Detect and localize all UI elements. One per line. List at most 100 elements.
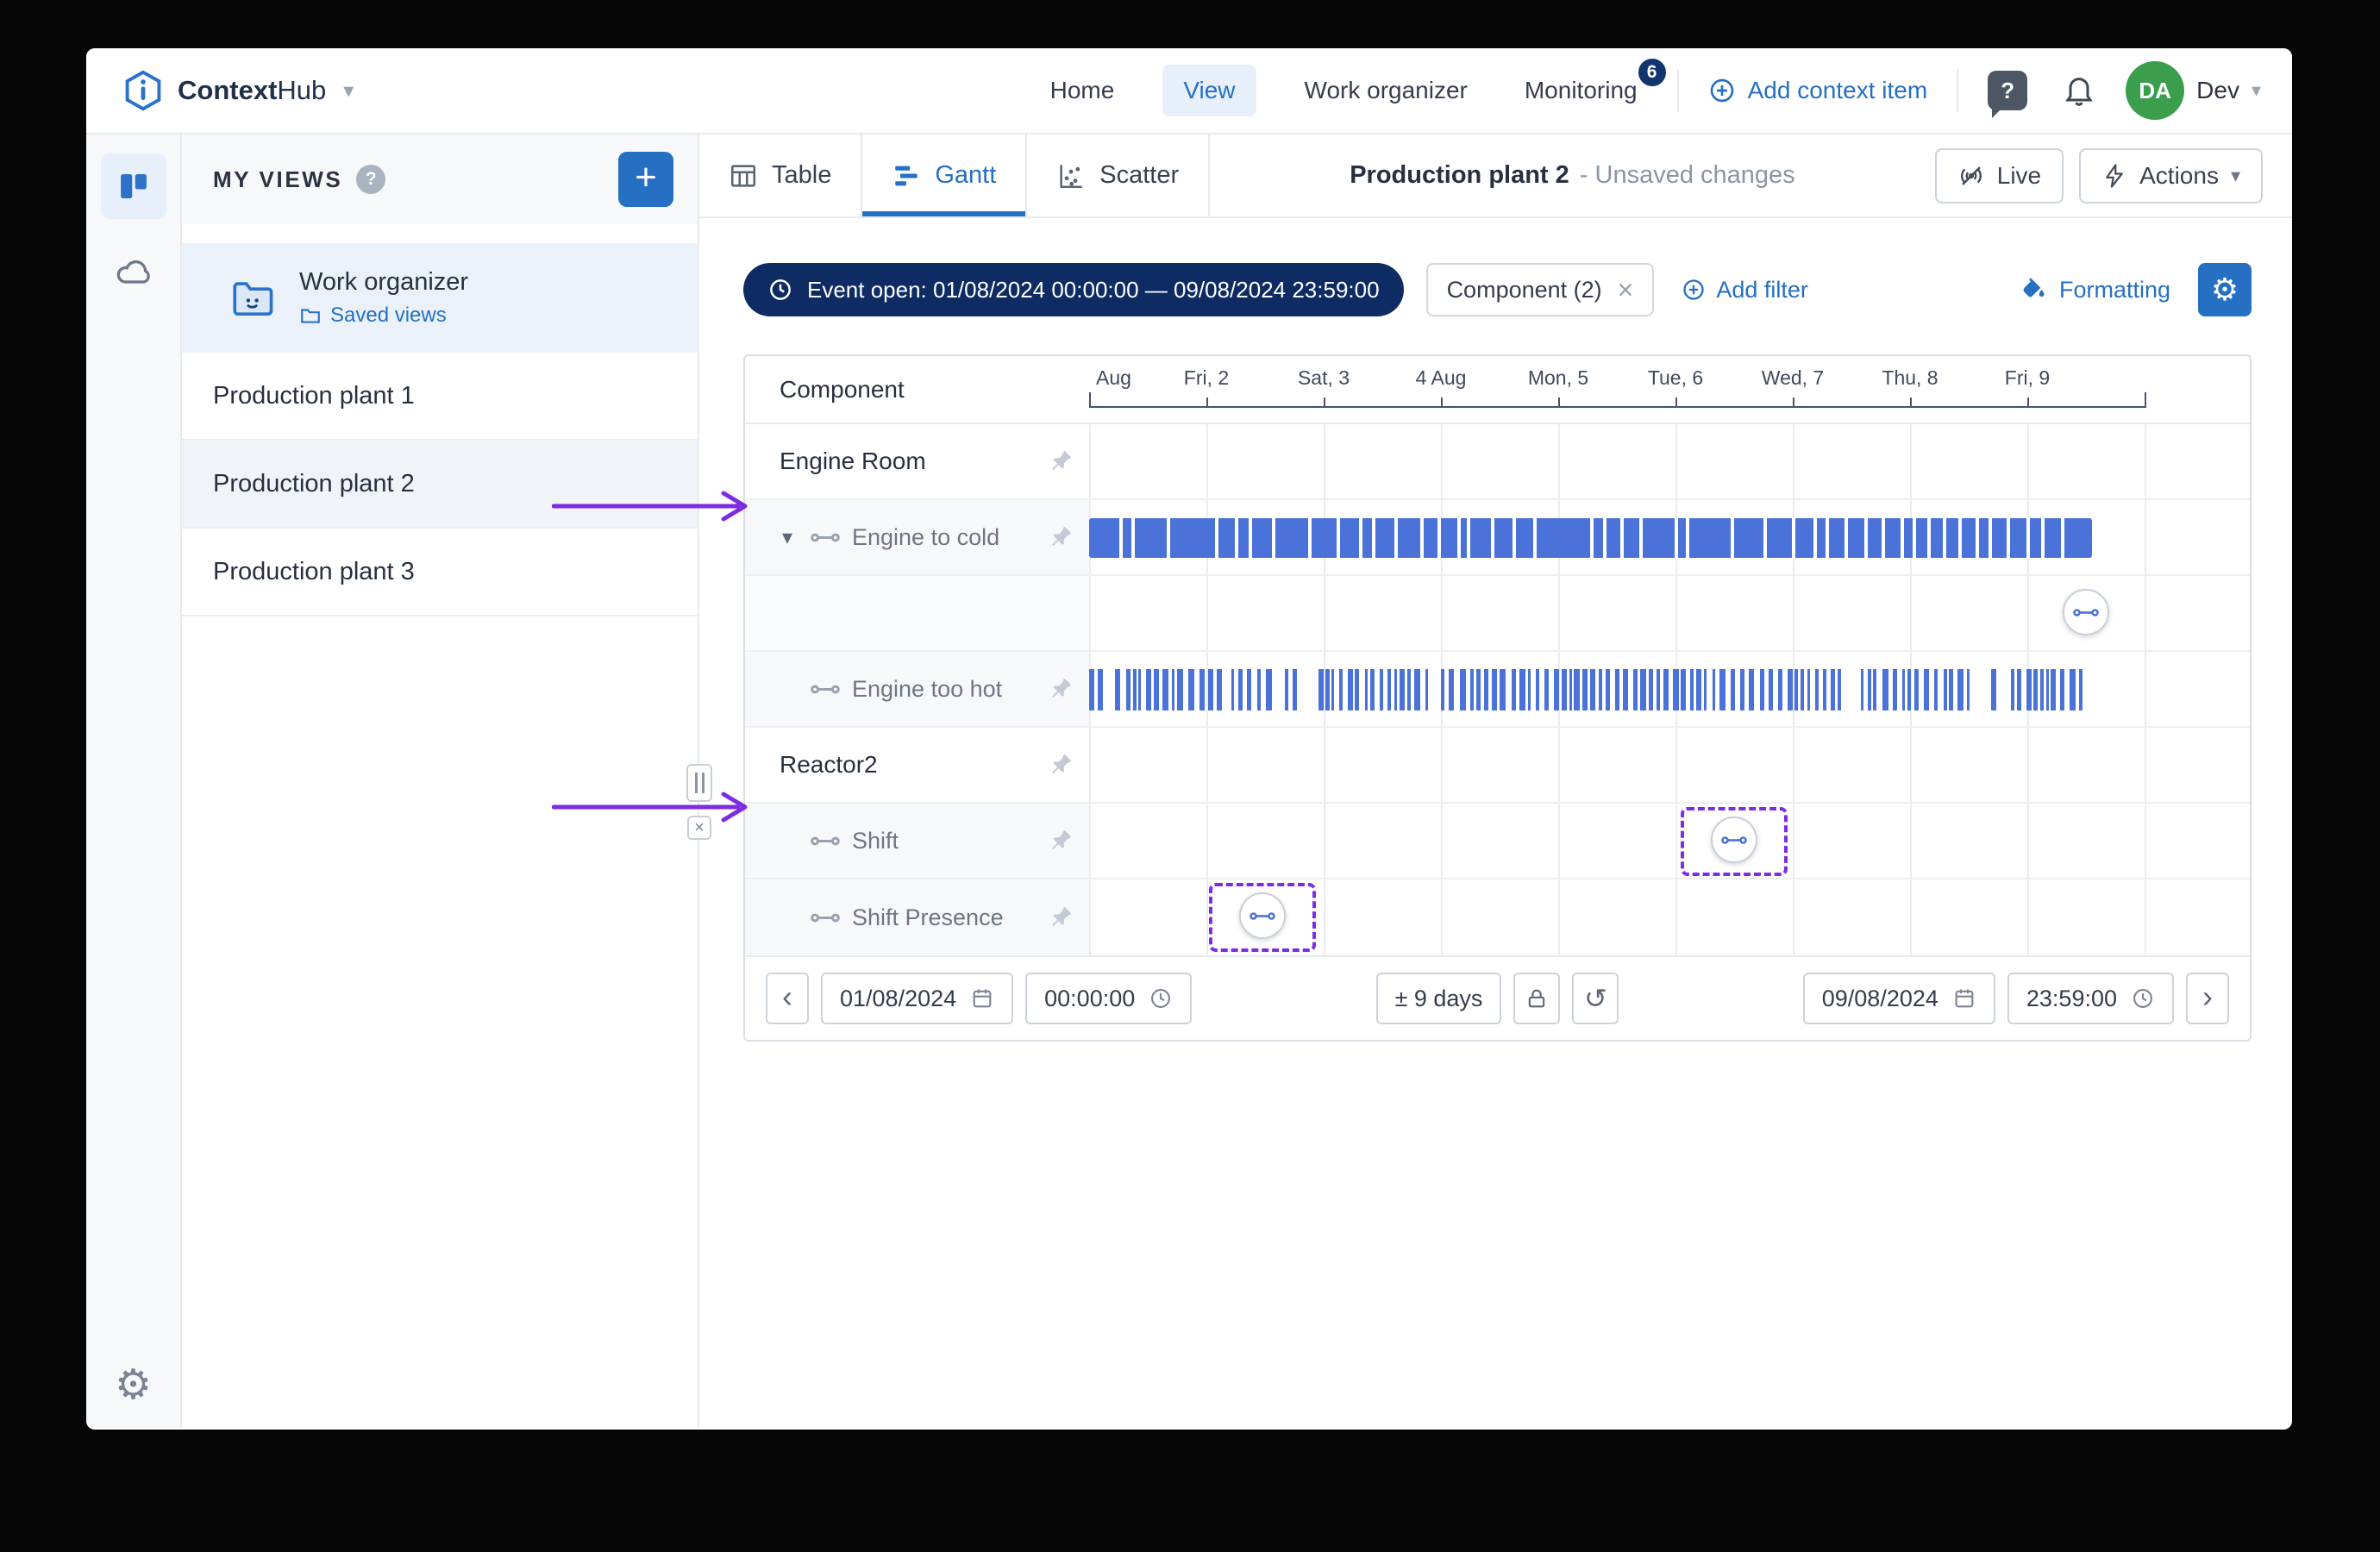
pin-icon[interactable] [1048,676,1074,702]
event-tick[interactable] [1893,669,1897,710]
event-tick[interactable] [1615,669,1619,710]
event-tick[interactable] [1370,669,1375,710]
event-tick[interactable] [1544,669,1549,710]
event-tick[interactable] [1788,669,1793,710]
event-tick[interactable] [1394,669,1397,710]
event-tick[interactable] [1188,669,1194,710]
pin-icon[interactable] [1048,524,1074,550]
event-tick[interactable] [1873,669,1876,710]
event-tick[interactable] [1582,669,1588,710]
end-date-field[interactable]: 09/08/2024 [1803,973,1995,1024]
event-tick[interactable] [1217,669,1222,710]
event-tick[interactable] [1831,669,1835,710]
event-tick[interactable] [1907,669,1911,710]
event-link-badge[interactable] [1711,817,1757,863]
sidebar-item-production-plant-1[interactable]: Production plant 1 [182,353,698,441]
event-tick[interactable] [1599,669,1602,710]
end-time-field[interactable]: 23:59:00 [2007,973,2174,1024]
event-tick[interactable] [1719,669,1726,710]
add-filter-button[interactable]: Add filter [1676,276,1813,304]
settings-gear-icon[interactable]: ⚙ [110,1364,157,1407]
event-tick[interactable] [1266,669,1272,710]
event-tick[interactable] [1257,669,1261,710]
event-tick[interactable] [1574,669,1580,710]
sidebar-resize-handle[interactable] [686,764,712,802]
event-tick[interactable] [1238,669,1243,710]
add-context-item-button[interactable]: Add context item [1703,76,1933,105]
event-tick[interactable] [1569,669,1572,710]
event-tick[interactable] [1500,669,1506,710]
next-period-button[interactable]: › [2186,973,2229,1024]
live-toggle-button[interactable]: Live [1935,148,2064,203]
event-tick[interactable] [1769,669,1773,710]
start-time-field[interactable]: 00:00:00 [1025,973,1192,1024]
nav-item-work-organizer[interactable]: Work organizer [1296,65,1476,116]
event-tick[interactable] [1339,669,1343,710]
event-tick[interactable] [1801,669,1804,710]
event-tick[interactable] [2046,669,2049,710]
event-tick[interactable] [1536,669,1539,710]
event-tick[interactable] [1115,669,1120,710]
event-tick[interactable] [1657,669,1660,710]
event-tick[interactable] [1365,669,1368,710]
event-tick[interactable] [1590,669,1595,710]
event-tick[interactable] [1231,669,1234,710]
nav-item-home[interactable]: Home [1042,65,1124,116]
event-tick[interactable] [2060,669,2064,710]
gantt-bar[interactable] [1089,518,2092,558]
event-tick[interactable] [2017,669,2021,710]
event-tick[interactable] [1690,669,1694,710]
brand[interactable]: ContextHub ▾ [121,68,354,113]
event-tick[interactable] [1957,669,1964,710]
event-open-filter-pill[interactable]: Event open: 01/08/2024 00:00:00 — 09/08/… [743,263,1404,316]
event-tick[interactable] [1484,669,1488,710]
chart-settings-button[interactable]: ⚙ [2198,263,2252,316]
event-tick[interactable] [1967,669,1970,710]
work-organizer-card[interactable]: Work organizer Saved views [182,243,698,353]
pin-icon[interactable] [1048,448,1074,474]
event-tick[interactable] [1407,669,1411,710]
event-tick[interactable] [2033,669,2038,710]
event-tick[interactable] [1606,669,1610,710]
event-tick[interactable] [1146,669,1151,710]
event-tick[interactable] [1162,669,1168,710]
event-link-badge[interactable] [2063,589,2109,635]
event-tick[interactable] [1731,669,1735,710]
event-tick[interactable] [2040,669,2044,710]
event-tick[interactable] [1633,669,1638,710]
formatting-button[interactable]: Formatting [2013,274,2176,305]
event-tick[interactable] [1838,669,1841,710]
event-tick[interactable] [1673,669,1679,710]
event-tick[interactable] [1512,669,1516,710]
event-link-badge[interactable] [1239,892,1286,939]
event-tick[interactable] [1177,669,1183,710]
event-tick[interactable] [1740,669,1744,710]
event-tick[interactable] [1681,669,1686,710]
event-tick[interactable] [2079,669,2082,710]
event-tick[interactable] [1815,669,1819,710]
event-tick[interactable] [1425,669,1428,710]
event-tick[interactable] [1760,669,1764,710]
close-icon[interactable]: × [1618,276,1634,304]
event-tick[interactable] [1944,669,1947,710]
event-tick[interactable] [1400,669,1405,710]
event-tick[interactable] [1554,669,1559,710]
event-tick[interactable] [1098,669,1103,710]
caret-down-icon[interactable]: ▾ [776,525,799,550]
event-tick[interactable] [1331,669,1334,710]
event-tick[interactable] [1914,669,1919,710]
saved-views[interactable]: Saved views [299,304,468,328]
event-tick[interactable] [1355,669,1359,710]
tab-scatter[interactable]: Scatter [1027,135,1210,216]
previous-period-button[interactable]: ‹ [766,973,809,1024]
event-tick[interactable] [1449,669,1454,710]
event-tick[interactable] [1649,669,1653,710]
event-tick[interactable] [1640,669,1646,710]
event-tick[interactable] [1208,669,1213,710]
pin-icon[interactable] [1048,752,1074,778]
pin-icon[interactable] [1048,828,1074,854]
add-view-button[interactable]: + [618,152,673,207]
notifications-button[interactable] [2057,72,2101,109]
event-tick[interactable] [1285,669,1288,710]
event-tick[interactable] [1623,669,1628,710]
